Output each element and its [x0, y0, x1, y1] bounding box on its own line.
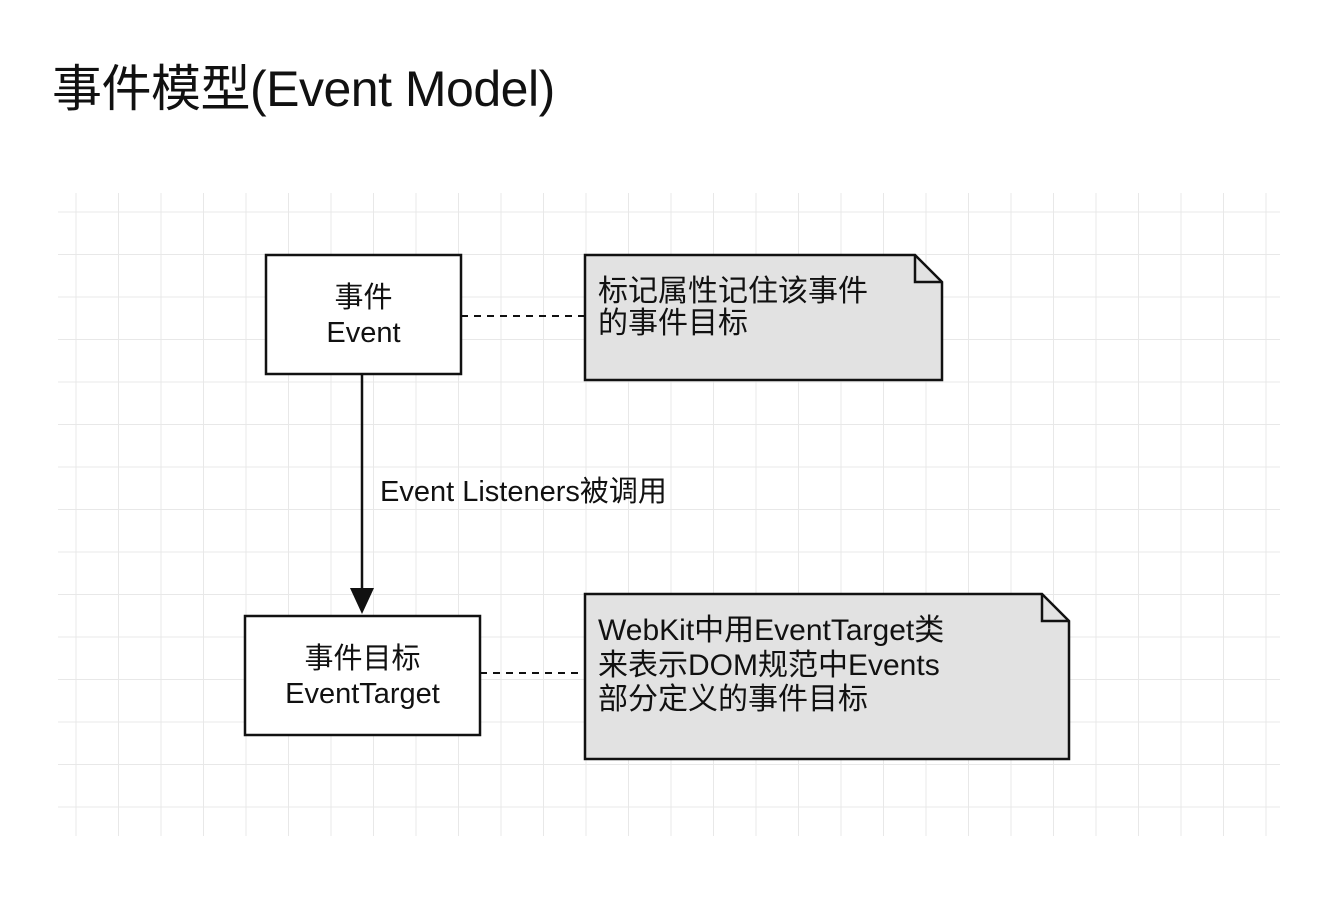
listener-arrowhead-icon: [350, 588, 374, 614]
note-event-target-line-3: 部分定义的事件目标: [598, 683, 868, 716]
note-event-line-2: 的事件目标: [598, 307, 748, 340]
node-event-target[interactable]: 事件目标 EventTarget: [243, 614, 482, 737]
diagram-canvas: 事件 Event 事件目标 EventTarget Event Listener…: [58, 193, 1280, 836]
node-event-target-label-line-1: 事件目标: [304, 642, 420, 675]
note-event-target-line-2: 来表示DOM规范中Events: [598, 649, 940, 682]
node-event-label-line-1: 事件: [334, 281, 392, 314]
edge-label: Event Listeners被调用: [380, 475, 667, 508]
node-event-label-line-2: Event: [326, 317, 400, 349]
note-event-line-1: 标记属性记住该事件: [598, 275, 868, 308]
note-event[interactable]: 标记属性记住该事件 的事件目标: [583, 253, 944, 382]
note-event-target-line-1: WebKit中用EventTarget类: [598, 614, 944, 647]
node-event[interactable]: 事件 Event: [264, 253, 463, 376]
node-event-target-label-line-2: EventTarget: [285, 678, 440, 710]
note-event-target[interactable]: WebKit中用EventTarget类 来表示DOM规范中Events 部分定…: [583, 592, 1071, 761]
